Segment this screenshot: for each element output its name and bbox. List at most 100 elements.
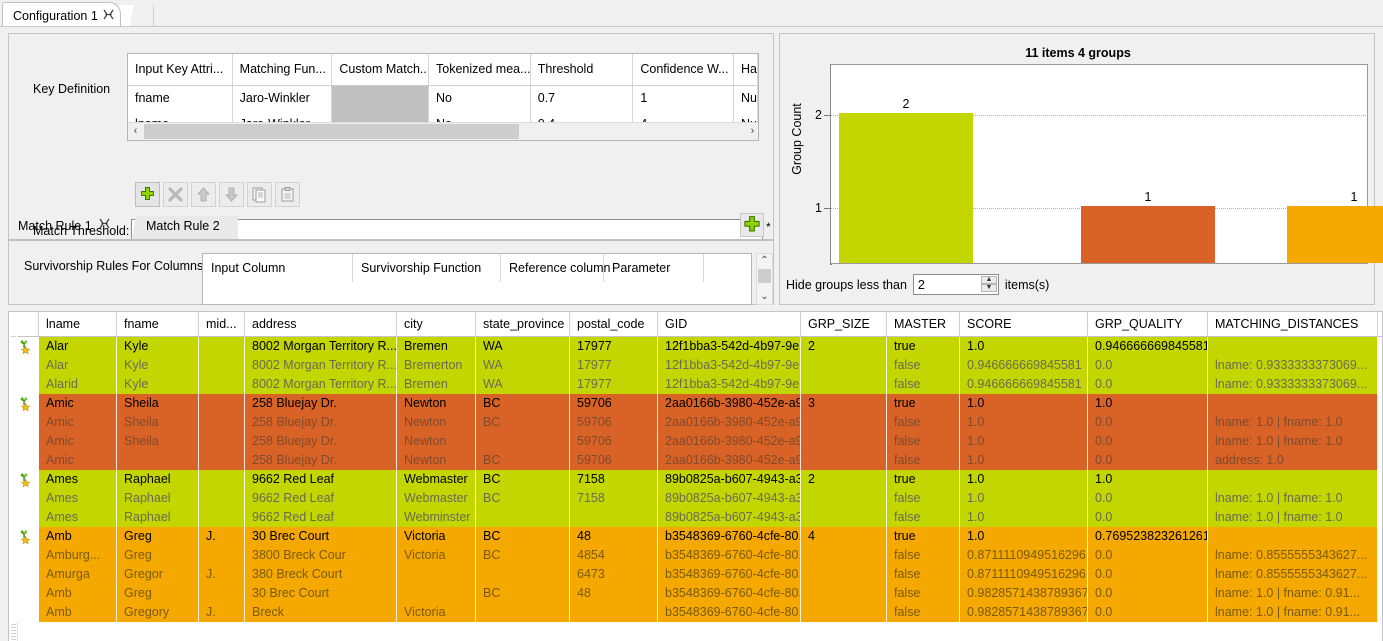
cell-matching-distances[interactable]: lname: 1.0 | fname: 1.0 (1208, 489, 1378, 508)
table-row[interactable]: Amburg...Greg3800 Breck CourVictoriaBC48… (9, 546, 1382, 565)
cell-lname[interactable]: Alarid (39, 375, 117, 394)
scroll-left-icon[interactable]: ‹ (128, 123, 143, 140)
copy-button[interactable] (247, 182, 272, 207)
cell-postal-code[interactable]: 4854 (570, 546, 658, 565)
table-row[interactable]: AmicSheila258 Bluejay Dr.Newton597062aa0… (9, 432, 1382, 451)
cell-lname[interactable]: Amic (39, 413, 117, 432)
cell-address[interactable]: 9662 Red Leaf (245, 508, 397, 527)
col-matching-function[interactable]: Matching Fun... (233, 54, 333, 86)
add-key-button[interactable] (135, 182, 160, 207)
cell-gid[interactable]: 12f1bba3-542d-4b97-9e... (658, 337, 801, 356)
cell-grp-size[interactable] (801, 413, 887, 432)
cell-grp-quality[interactable]: 1.0 (1088, 394, 1208, 413)
cell-gid[interactable]: b3548369-6760-4cfe-80... (658, 546, 801, 565)
col-reference-column[interactable]: Reference column (501, 254, 604, 282)
cell-score[interactable]: 1.0 (960, 413, 1088, 432)
column-header-grp-quality[interactable]: GRP_QUALITY (1088, 312, 1208, 336)
cell-address[interactable]: 30 Brec Court (245, 527, 397, 546)
cell-matching-distances[interactable]: lname: 1.0 | fname: 0.91... (1208, 603, 1378, 622)
cell-state-province[interactable]: BC (476, 451, 570, 470)
cell-grp-quality[interactable]: 0.0 (1088, 546, 1208, 565)
cell-city[interactable] (397, 565, 476, 584)
cell-state-province[interactable]: BC (476, 489, 570, 508)
cell-fname[interactable]: Gregory (117, 603, 199, 622)
cell-grp-size[interactable] (801, 375, 887, 394)
key-definition-row[interactable]: fname Jaro-Winkler No 0.7 1 Null (128, 86, 758, 112)
cell-state-province[interactable] (476, 603, 570, 622)
cell-grp-quality[interactable]: 0.0 (1088, 489, 1208, 508)
cell-fname[interactable]: Gregor (117, 565, 199, 584)
cell-address[interactable]: 8002 Morgan Territory R... (245, 337, 397, 356)
scrollbar-thumb[interactable] (758, 269, 771, 283)
cell-postal-code[interactable] (570, 603, 658, 622)
cell-lname[interactable]: Amb (39, 603, 117, 622)
table-row[interactable]: AmesRaphael9662 Red LeafWebmasterBC71588… (9, 489, 1382, 508)
cell-gid[interactable]: 12f1bba3-542d-4b97-9e... (658, 375, 801, 394)
col-tokenized-measure[interactable]: Tokenized mea... (429, 54, 531, 86)
cell-fname[interactable]: Raphael (117, 508, 199, 527)
table-row[interactable]: AmicSheila258 Bluejay Dr.NewtonBC597062a… (9, 413, 1382, 432)
table-row[interactable]: AmbGreg30 Brec CourtBC48b3548369-6760-4c… (9, 584, 1382, 603)
cell-grp-size[interactable] (801, 451, 887, 470)
col-confidence-weight[interactable]: Confidence W... (633, 54, 734, 86)
cell-gid[interactable]: 2aa0166b-3980-452e-a9... (658, 432, 801, 451)
chart-bar-3[interactable] (1287, 206, 1383, 263)
cell-fname[interactable]: Kyle (117, 337, 199, 356)
cell-fname[interactable] (117, 451, 199, 470)
column-header-city[interactable]: city (397, 312, 476, 336)
paste-button[interactable] (275, 182, 300, 207)
cell-mid[interactable]: J. (199, 565, 245, 584)
table-row[interactable]: AlarKyle8002 Morgan Territory R...Bremen… (9, 337, 1382, 356)
table-row[interactable]: AmbGregJ.30 Brec CourtVictoriaBC48b35483… (9, 527, 1382, 546)
cell-state-province[interactable]: BC (476, 470, 570, 489)
cell-grp-quality[interactable]: 0.0 (1088, 603, 1208, 622)
cell-grp-quality[interactable]: 0.0 (1088, 375, 1208, 394)
cell-state-province[interactable] (476, 565, 570, 584)
cell-confidence-weight[interactable]: 1 (633, 86, 734, 112)
stepper-buttons[interactable]: ▲ ▼ (981, 276, 997, 293)
cell-master-flag[interactable]: true (887, 470, 960, 489)
cell-score[interactable]: 1.0 (960, 451, 1088, 470)
cell-mid[interactable] (199, 546, 245, 565)
cell-score[interactable]: 0.946666669845581 (960, 356, 1088, 375)
cell-state-province[interactable]: WA (476, 337, 570, 356)
cell-mid[interactable] (199, 394, 245, 413)
cell-score[interactable]: 1.0 (960, 508, 1088, 527)
cell-score[interactable]: 0.8711110949516296 (960, 546, 1088, 565)
scroll-right-icon[interactable]: › (745, 123, 759, 140)
cell-grp-size[interactable] (801, 546, 887, 565)
cell-city[interactable]: Bremen (397, 337, 476, 356)
cell-address[interactable]: 9662 Red Leaf (245, 489, 397, 508)
cell-city[interactable]: Victoria (397, 546, 476, 565)
cell-gid[interactable]: 2aa0166b-3980-452e-a9... (658, 451, 801, 470)
cell-fname[interactable]: Sheila (117, 432, 199, 451)
cell-score[interactable]: 1.0 (960, 432, 1088, 451)
cell-matching-distances[interactable] (1208, 470, 1378, 489)
cell-master-flag[interactable]: false (887, 451, 960, 470)
cell-fname[interactable]: Sheila (117, 413, 199, 432)
cell-matching-function[interactable]: Jaro-Winkler (233, 86, 333, 112)
cell-lname[interactable]: Alar (39, 356, 117, 375)
table-row[interactable]: Amic258 Bluejay Dr.NewtonBC597062aa0166b… (9, 451, 1382, 470)
tab-match-rule-1[interactable]: Match Rule 1 (10, 213, 116, 239)
cell-handle-null[interactable]: Null (734, 86, 758, 112)
cell-grp-size[interactable] (801, 584, 887, 603)
cell-address[interactable]: 30 Brec Court (245, 584, 397, 603)
cell-state-province[interactable]: BC (476, 527, 570, 546)
cell-grp-size[interactable] (801, 508, 887, 527)
cell-city[interactable]: Newton (397, 432, 476, 451)
cell-gid[interactable]: b3548369-6760-4cfe-80... (658, 565, 801, 584)
column-header-matching-distances[interactable]: MATCHING_DISTANCES (1208, 312, 1378, 336)
cell-address[interactable]: 3800 Breck Cour (245, 546, 397, 565)
cell-postal-code[interactable]: 59706 (570, 413, 658, 432)
cell-lname[interactable]: Ames (39, 508, 117, 527)
cell-grp-quality[interactable]: 1.0 (1088, 470, 1208, 489)
move-up-button[interactable] (191, 182, 216, 207)
cell-city[interactable]: Victoria (397, 527, 476, 546)
cell-grp-size[interactable] (801, 565, 887, 584)
cell-lname[interactable]: Ames (39, 489, 117, 508)
cell-lname[interactable]: Amic (39, 451, 117, 470)
table-row[interactable]: AmbGregoryJ.BreckVictoriab3548369-6760-4… (9, 603, 1382, 622)
cell-address[interactable]: 8002 Morgan Territory R... (245, 375, 397, 394)
table-row[interactable]: AlaridKyle8002 Morgan Territory R...Brem… (9, 375, 1382, 394)
